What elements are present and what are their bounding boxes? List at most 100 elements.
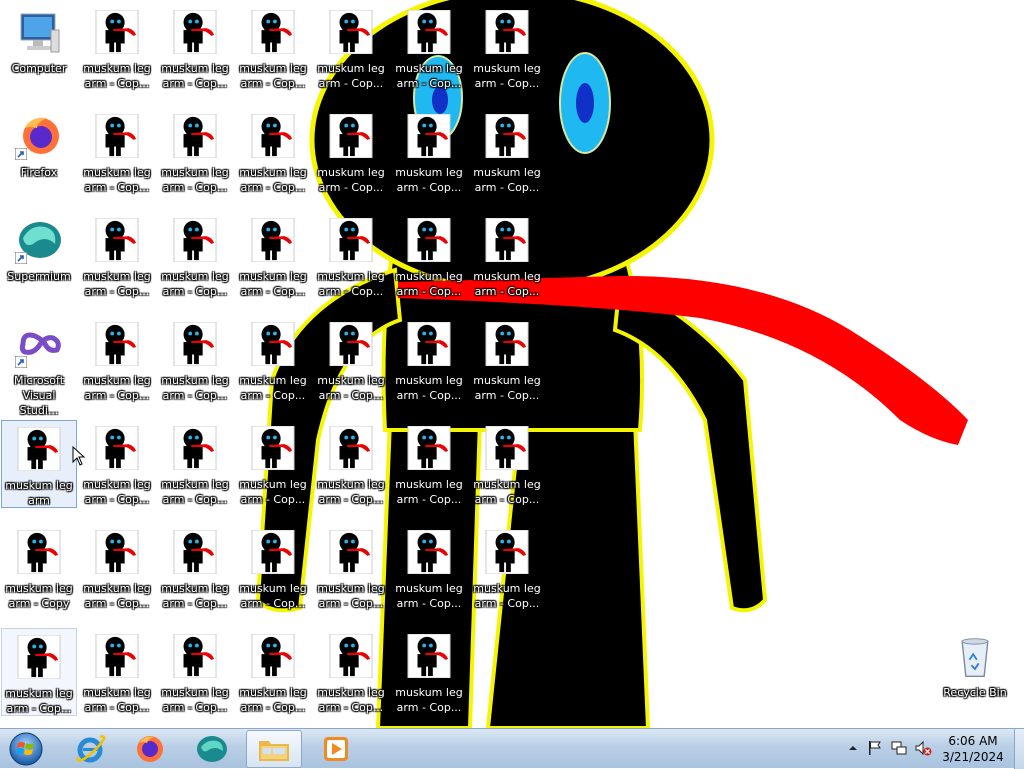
muskum-leg-arm-copy-icon[interactable]: muskum leg arm - Cop... bbox=[157, 524, 233, 612]
muskum-leg-arm-copy-icon[interactable]: muskum leg arm - Cop... bbox=[313, 108, 389, 196]
muskum-leg-arm-copy-icon[interactable]: muskum leg arm - Cop... bbox=[391, 420, 467, 508]
muskum-leg-arm-copy-icon[interactable]: muskum leg arm - Copy bbox=[1, 524, 77, 612]
computer-icon[interactable]: Computer bbox=[1, 4, 77, 92]
icon-label: muskum leg arm - Cop... bbox=[161, 374, 229, 402]
muskum-leg-arm-copy-icon[interactable]: muskum leg arm - Cop... bbox=[79, 316, 155, 404]
muskum-leg-arm-copy-icon[interactable]: muskum leg arm - Cop... bbox=[79, 524, 155, 612]
muskum-leg-arm-copy-icon[interactable]: muskum leg arm - Cop... bbox=[391, 628, 467, 716]
muskum-leg-arm-copy-icon[interactable]: muskum leg arm - Cop... bbox=[157, 420, 233, 508]
start-button[interactable] bbox=[4, 730, 48, 768]
muskum-leg-arm-copy-icon[interactable]: muskum leg arm - Cop... bbox=[313, 316, 389, 404]
icon-label: Firefox bbox=[20, 166, 58, 179]
muskum-leg-arm-copy-icon[interactable]: muskum leg arm - Cop... bbox=[469, 420, 545, 508]
muskum-thumbnail-icon bbox=[407, 217, 451, 263]
muskum-leg-arm-copy-icon[interactable]: muskum leg arm - Cop... bbox=[469, 212, 545, 300]
muskum-leg-arm-copy-icon[interactable]: muskum leg arm - Cop... bbox=[391, 524, 467, 612]
taskbar-media-player[interactable] bbox=[308, 730, 364, 768]
taskbar-firefox[interactable] bbox=[122, 730, 178, 768]
muskum-leg-arm-copy-icon[interactable]: muskum leg arm - Cop... bbox=[157, 316, 233, 404]
muskum-leg-arm-copy-icon[interactable]: muskum leg arm - Cop... bbox=[79, 108, 155, 196]
muskum-leg-arm-copy-icon[interactable]: muskum leg arm - Cop... bbox=[235, 212, 311, 300]
icon-label: muskum leg arm - Cop... bbox=[473, 374, 541, 402]
muskum-thumbnail-icon bbox=[173, 633, 217, 679]
muskum-leg-arm-copy-icon[interactable]: muskum leg arm - Cop... bbox=[79, 420, 155, 508]
muskum-leg-arm-copy-icon[interactable]: muskum leg arm - Cop... bbox=[157, 212, 233, 300]
firefox-icon bbox=[137, 736, 163, 762]
muskum-leg-arm-copy-icon[interactable]: muskum leg arm - Cop... bbox=[235, 316, 311, 404]
muskum-leg-arm-copy-icon[interactable]: muskum leg arm - Cop... bbox=[1, 628, 77, 716]
icon-label: muskum leg arm bbox=[5, 479, 73, 507]
shortcut-arrow-icon bbox=[15, 252, 27, 264]
icon-label: muskum leg arm - Cop... bbox=[83, 686, 151, 714]
muskum-leg-arm-copy-icon[interactable]: muskum leg arm - Cop... bbox=[313, 524, 389, 612]
muskum-leg-arm-copy-icon[interactable]: muskum leg arm - Cop... bbox=[235, 4, 311, 92]
taskbar-internet-explorer[interactable] bbox=[62, 730, 118, 768]
icon-label: muskum leg arm - Cop... bbox=[473, 62, 541, 90]
supermium-icon[interactable]: Supermium bbox=[1, 212, 77, 300]
muskum-leg-arm-copy-icon[interactable]: muskum leg arm - Cop... bbox=[235, 628, 311, 716]
icon-label: muskum leg arm - Copy bbox=[5, 582, 73, 610]
muskum-thumbnail-icon bbox=[407, 425, 451, 471]
muskum-thumbnail-icon bbox=[485, 529, 529, 575]
muskum-leg-arm-copy-icon[interactable]: muskum leg arm - Cop... bbox=[469, 4, 545, 92]
icon-label: muskum leg arm - Cop... bbox=[83, 374, 151, 402]
muskum-leg-arm-copy-icon[interactable]: muskum leg arm - Cop... bbox=[313, 420, 389, 508]
recycle-bin-icon[interactable]: Recycle Bin bbox=[937, 628, 1013, 716]
muskum-leg-arm-copy-icon[interactable]: muskum leg arm - Cop... bbox=[391, 212, 467, 300]
icon-label: muskum leg arm - Cop... bbox=[161, 62, 229, 90]
icon-label: Supermium bbox=[7, 270, 71, 283]
muskum-leg-arm-copy-icon[interactable]: muskum leg arm - Cop... bbox=[391, 108, 467, 196]
muskum-leg-arm-copy-icon[interactable]: muskum leg arm - Cop... bbox=[157, 628, 233, 716]
icon-label: muskum leg arm - Cop... bbox=[317, 374, 385, 402]
muskum-leg-arm-copy-icon[interactable]: muskum leg arm - Cop... bbox=[235, 420, 311, 508]
muskum-thumbnail-icon bbox=[407, 321, 451, 367]
clock-time: 6:06 AM bbox=[948, 734, 998, 748]
muskum-thumbnail-icon bbox=[17, 426, 61, 472]
show-desktop-button[interactable] bbox=[1014, 729, 1024, 769]
muskum-leg-arm-copy-icon[interactable]: muskum leg arm - Cop... bbox=[313, 628, 389, 716]
icon-label: muskum leg arm - Cop... bbox=[395, 62, 463, 90]
muskum-leg-arm-copy-icon[interactable]: muskum leg arm - Cop... bbox=[391, 4, 467, 92]
muskum-thumbnail-icon bbox=[173, 321, 217, 367]
muskum-leg-arm-icon[interactable]: muskum leg arm bbox=[1, 420, 77, 508]
muskum-thumbnail-icon bbox=[329, 425, 373, 471]
icon-label: muskum leg arm - Cop... bbox=[317, 582, 385, 610]
show-hidden-icons-icon[interactable] bbox=[844, 739, 862, 757]
muskum-leg-arm-copy-icon[interactable]: muskum leg arm - Cop... bbox=[235, 108, 311, 196]
muskum-leg-arm-copy-icon[interactable]: muskum leg arm - Cop... bbox=[157, 4, 233, 92]
muskum-leg-arm-copy-icon[interactable]: muskum leg arm - Cop... bbox=[469, 108, 545, 196]
taskbar-file-explorer[interactable] bbox=[246, 730, 302, 768]
volume-muted-icon[interactable] bbox=[914, 739, 932, 757]
muskum-leg-arm-copy-icon[interactable]: muskum leg arm - Cop... bbox=[391, 316, 467, 404]
clock-date: 3/21/2024 bbox=[942, 750, 1004, 764]
muskum-leg-arm-copy-icon[interactable]: muskum leg arm - Cop... bbox=[79, 212, 155, 300]
firefox-icon[interactable]: Firefox bbox=[1, 108, 77, 196]
muskum-leg-arm-copy-icon[interactable]: muskum leg arm - Cop... bbox=[313, 4, 389, 92]
icon-label: muskum leg arm - Cop... bbox=[317, 478, 385, 506]
muskum-leg-arm-copy-icon[interactable]: muskum leg arm - Cop... bbox=[79, 628, 155, 716]
muskum-leg-arm-copy-icon[interactable]: muskum leg arm - Cop... bbox=[469, 316, 545, 404]
computer-icon bbox=[20, 13, 60, 53]
muskum-leg-arm-copy-icon[interactable]: muskum leg arm - Cop... bbox=[235, 524, 311, 612]
muskum-thumbnail-icon bbox=[251, 217, 295, 263]
icon-label: muskum leg arm - Cop... bbox=[239, 582, 307, 610]
system-clock[interactable]: 6:06 AM 3/21/2024 bbox=[938, 733, 1008, 765]
muskum-thumbnail-icon bbox=[173, 9, 217, 55]
action-center-flag-icon[interactable] bbox=[866, 739, 884, 757]
muskum-thumbnail-icon bbox=[251, 425, 295, 471]
muskum-thumbnail-icon bbox=[329, 633, 373, 679]
network-icon[interactable] bbox=[890, 739, 908, 757]
taskbar-supermium[interactable] bbox=[184, 730, 240, 768]
muskum-leg-arm-copy-icon[interactable]: muskum leg arm - Cop... bbox=[79, 4, 155, 92]
muskum-leg-arm-copy-icon[interactable]: muskum leg arm - Cop... bbox=[313, 212, 389, 300]
icon-label: muskum leg arm - Cop... bbox=[161, 166, 229, 194]
icon-label: muskum leg arm - Cop... bbox=[239, 62, 307, 90]
muskum-leg-arm-copy-icon[interactable]: muskum leg arm - Cop... bbox=[157, 108, 233, 196]
icon-label: muskum leg arm - Cop... bbox=[161, 582, 229, 610]
media-player-icon bbox=[324, 737, 348, 761]
visual-studio-icon[interactable]: Microsoft Visual Studi... bbox=[1, 316, 77, 417]
muskum-thumbnail-icon bbox=[95, 529, 139, 575]
muskum-thumbnail-icon bbox=[329, 9, 373, 55]
icon-label: muskum leg arm - Cop... bbox=[239, 478, 307, 506]
muskum-leg-arm-copy-icon[interactable]: muskum leg arm - Cop... bbox=[469, 524, 545, 612]
